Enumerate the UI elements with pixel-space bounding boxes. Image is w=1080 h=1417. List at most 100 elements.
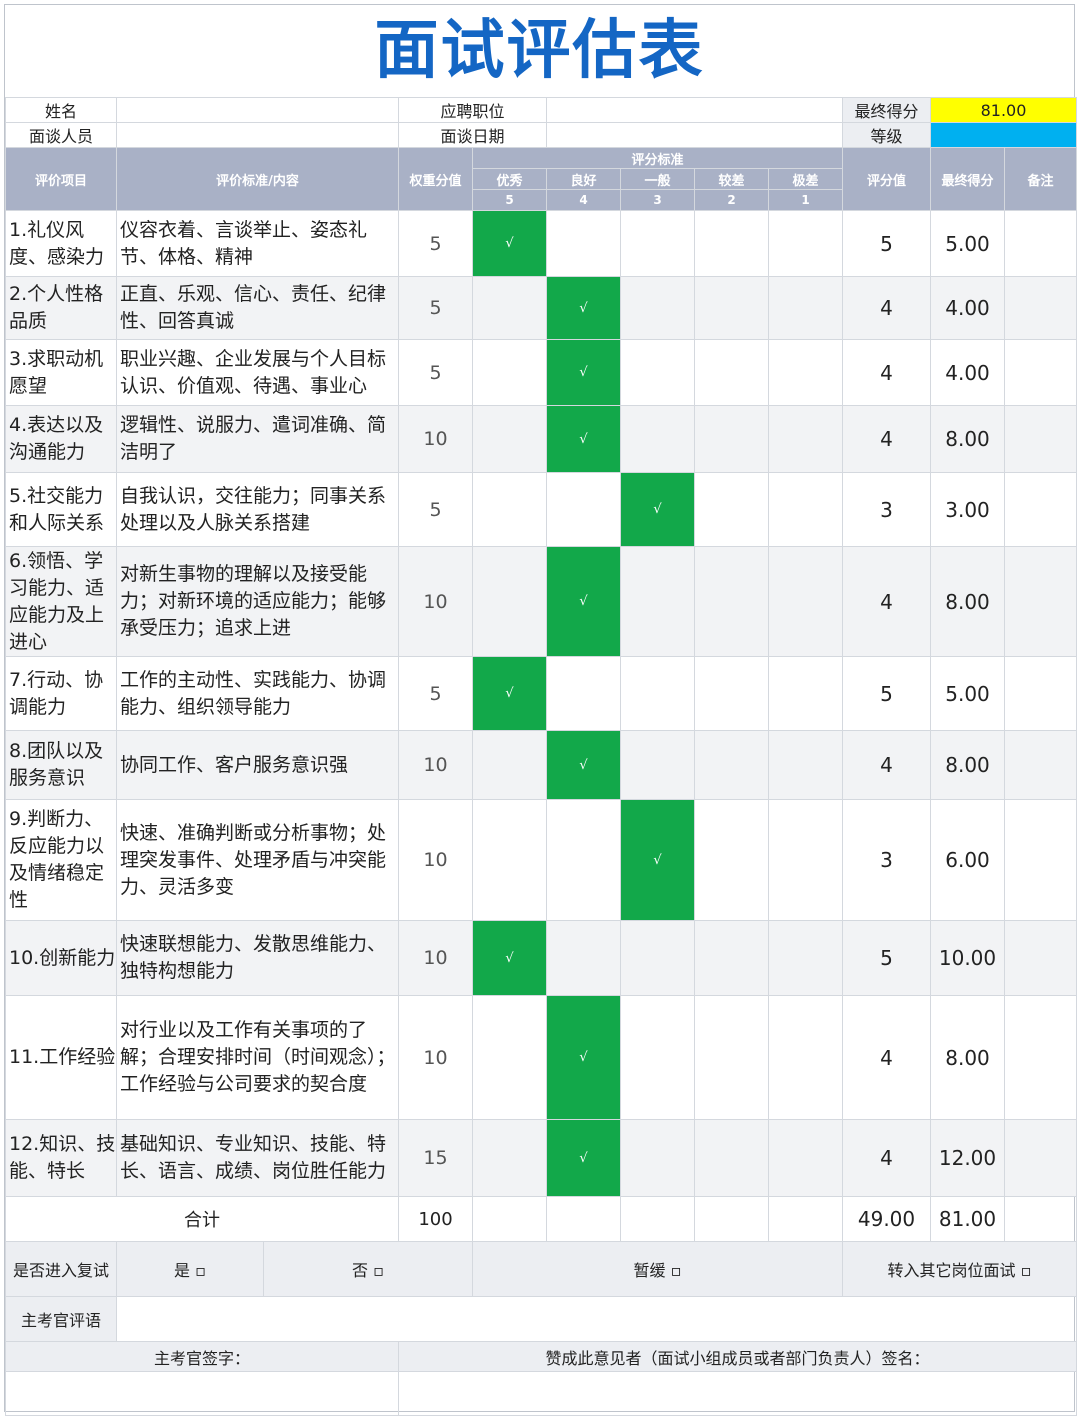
level-cell[interactable] [546,799,622,921]
level-cell[interactable] [694,995,770,1120]
retest-no[interactable]: 否 ▫ [263,1241,473,1297]
level-cell[interactable] [620,656,696,731]
name-field[interactable] [116,97,399,123]
level-cell[interactable] [768,920,844,996]
level-cell[interactable] [694,472,770,547]
row-item: 9.判断力、反应能力以及情绪稳定性 [5,799,117,921]
level-score: 1 [768,189,844,211]
level-cell[interactable] [768,472,844,547]
retest-yes[interactable]: 是 ▫ [116,1241,264,1297]
row-rating: 3 [842,472,932,547]
grade-value[interactable] [930,122,1078,148]
level-cell[interactable] [694,730,770,800]
total-label: 合计 [5,1196,399,1242]
level-cell[interactable] [471,546,548,657]
level-cell[interactable] [620,546,696,657]
check-mark-cell[interactable]: √ [620,799,696,921]
row-note[interactable] [1004,472,1078,547]
check-mark-cell[interactable]: √ [546,1119,622,1197]
level-cell[interactable] [546,656,622,731]
check-mark-cell[interactable]: √ [620,472,696,547]
row-note[interactable] [1004,656,1078,731]
retest-hold[interactable]: 暂缓 ▫ [471,1241,844,1297]
level-cell[interactable] [471,276,548,340]
level-cell[interactable] [694,656,770,731]
row-note[interactable] [1004,210,1078,277]
check-mark-cell[interactable]: √ [471,210,548,277]
level-cell[interactable] [546,920,622,996]
level-cell[interactable] [768,210,844,277]
approver-signature-field[interactable] [397,1371,1078,1416]
check-mark-cell[interactable]: √ [546,730,622,800]
row-note[interactable] [1004,730,1078,800]
row-final-score: 5.00 [930,210,1006,277]
level-cell[interactable] [471,730,548,800]
level-cell[interactable] [471,799,548,921]
level-cell[interactable] [694,1119,770,1197]
level-cell[interactable] [546,472,622,547]
check-mark-cell[interactable]: √ [471,656,548,731]
level-cell[interactable] [471,1119,548,1197]
level-cell[interactable] [768,405,844,473]
row-note[interactable] [1004,995,1078,1120]
level-label: 较差 [694,168,770,190]
total-rating: 49.00 [842,1196,932,1242]
level-cell[interactable] [471,472,548,547]
level-cell[interactable] [694,799,770,921]
level-cell[interactable] [768,276,844,340]
level-cell[interactable] [768,546,844,657]
check-mark-cell[interactable]: √ [471,920,548,996]
examiner-signature-field[interactable] [5,1371,399,1416]
level-cell[interactable] [768,656,844,731]
level-cell[interactable] [694,276,770,340]
row-rating: 5 [842,920,932,996]
level-cell[interactable] [471,339,548,406]
level-cell[interactable] [620,995,696,1120]
level-cell[interactable] [768,730,844,800]
level-cell[interactable] [620,339,696,406]
row-note[interactable] [1004,339,1078,406]
level-cell[interactable] [694,920,770,996]
row-weight: 15 [398,1119,473,1197]
level-cell[interactable] [694,339,770,406]
level-cell[interactable] [768,995,844,1120]
level-cell[interactable] [768,339,844,406]
level-cell[interactable] [768,799,844,921]
evaluation-row: 10.创新能力 快速联想能力、发散思维能力、独特构想能力 10 √ 5 10.00 [5,920,1078,996]
position-field[interactable] [546,97,844,123]
level-cell[interactable] [620,1119,696,1197]
row-criteria: 快速、准确判断或分析事物；处理突发事件、处理矛盾与冲突能力、灵活多变 [116,799,399,921]
retest-transfer[interactable]: 转入其它岗位面试 ▫ [842,1241,1078,1297]
row-note[interactable] [1004,920,1078,996]
check-mark-cell[interactable]: √ [546,405,622,473]
row-note[interactable] [1004,799,1078,921]
level-cell[interactable] [694,405,770,473]
row-final-score: 3.00 [930,472,1006,547]
check-mark-cell[interactable]: √ [546,995,622,1120]
level-cell[interactable] [620,405,696,473]
row-weight: 10 [398,799,473,921]
check-mark-cell[interactable]: √ [546,546,622,657]
level-cell[interactable] [620,210,696,277]
row-item: 4.表达以及沟通能力 [5,405,117,473]
row-note[interactable] [1004,405,1078,473]
date-field[interactable] [546,122,844,148]
interviewer-field[interactable] [116,122,399,148]
check-mark-cell[interactable]: √ [546,276,622,340]
row-note[interactable] [1004,546,1078,657]
level-cell[interactable] [620,730,696,800]
level-cell[interactable] [471,405,548,473]
level-cell[interactable] [694,546,770,657]
level-cell[interactable] [546,210,622,277]
level-cell[interactable] [620,276,696,340]
level-cell[interactable] [768,1119,844,1197]
check-mark-cell[interactable]: √ [546,339,622,406]
comment-field[interactable] [115,1296,1078,1342]
level-label: 优秀 [471,168,548,190]
level-cell[interactable] [620,920,696,996]
row-note[interactable] [1004,276,1078,340]
level-cell[interactable] [471,995,548,1120]
level-label: 一般 [620,168,696,190]
level-cell[interactable] [694,210,770,277]
row-note[interactable] [1004,1119,1078,1197]
